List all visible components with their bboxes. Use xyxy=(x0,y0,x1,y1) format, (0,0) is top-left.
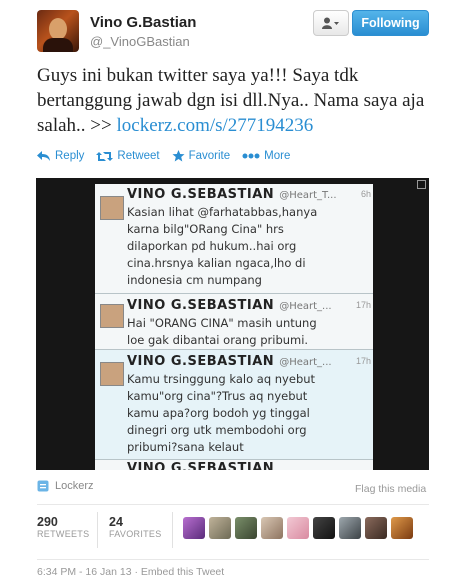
media-source[interactable]: Lockerz xyxy=(37,480,94,492)
user-icon xyxy=(322,17,339,29)
tweet-actions: Reply Retweet Favorite More xyxy=(37,150,302,162)
favoriter-avatar[interactable] xyxy=(287,517,309,539)
divider xyxy=(172,512,173,548)
embedded-post-name: VINO G.SEBASTIAN @Heart_T... xyxy=(127,187,337,202)
embedded-post-text: Kamu trsinggung kalo aq nyebut kamu"org … xyxy=(127,372,316,454)
embedded-avatar xyxy=(100,196,124,220)
embedded-post-time: 17h xyxy=(355,356,371,366)
embed-tweet-link[interactable]: Embed this Tweet xyxy=(141,566,224,578)
retweets-count: 290 xyxy=(37,515,58,529)
user-actions-button[interactable] xyxy=(313,10,349,36)
favoriter-avatar[interactable] xyxy=(183,517,205,539)
embedded-post: VINO G.SEBASTIAN @Heart_T... 6h Kasian l… xyxy=(95,184,373,294)
favoriter-avatar[interactable] xyxy=(235,517,257,539)
avatar[interactable] xyxy=(37,10,79,52)
embedded-post-name: VINO G.SEBASTIAN @Heart_... xyxy=(127,354,332,369)
more-dots-icon xyxy=(242,153,260,159)
embedded-post-name: VINO G.SEBASTIAN xyxy=(127,461,275,470)
embedded-post-text: Kasian lihat @farhatabbas,hanya karna bi… xyxy=(127,205,318,287)
tweet-timestamp[interactable]: 6:34 PM - 16 Jan 13 xyxy=(37,566,132,578)
tweet-link[interactable]: lockerz.com/s/277194236 xyxy=(116,115,313,136)
favorites-label: FAVORITES xyxy=(109,529,162,539)
embedded-post-text: Hai "ORANG CINA" masih untung loe gak di… xyxy=(127,316,317,347)
lockerz-icon xyxy=(37,480,49,492)
favoriter-avatar[interactable] xyxy=(209,517,231,539)
tweet-text: Guys ini bukan twitter saya ya!!! Saya t… xyxy=(37,63,437,138)
favorite-label: Favorite xyxy=(188,150,231,162)
embedded-post: VINO G.SEBASTIAN @Heart_... 17h Hai "ORA… xyxy=(95,294,373,350)
embedded-avatar xyxy=(100,304,124,328)
favorite-button[interactable]: Favorite xyxy=(172,150,231,162)
divider xyxy=(37,559,429,560)
favoriter-avatar[interactable] xyxy=(313,517,335,539)
user-name[interactable]: Vino G.Bastian xyxy=(90,14,196,31)
retweet-icon xyxy=(96,151,114,161)
embedded-post-name: VINO G.SEBASTIAN @Heart_... xyxy=(127,298,332,313)
reply-label: Reply xyxy=(55,150,85,162)
media-source-label: Lockerz xyxy=(55,480,94,492)
embedded-post-time: 17h xyxy=(355,300,371,310)
tweet-footer: 6:34 PM - 16 Jan 13 · Embed this Tweet xyxy=(37,566,224,578)
divider xyxy=(97,512,98,548)
retweets-label: RETWEETS xyxy=(37,529,90,539)
embedded-screenshot: VINO G.SEBASTIAN @Heart_T... 6h Kasian l… xyxy=(95,184,373,470)
user-handle[interactable]: @_VinoGBastian xyxy=(90,34,190,49)
more-label: More xyxy=(264,150,291,162)
reply-button[interactable]: Reply xyxy=(37,150,84,162)
favoriter-avatar[interactable] xyxy=(391,517,413,539)
favoriter-avatar[interactable] xyxy=(339,517,361,539)
embedded-avatar xyxy=(100,362,124,386)
reply-icon xyxy=(37,150,50,161)
retweets-stat[interactable]: 290 RETWEETS xyxy=(37,515,89,539)
media-preview[interactable]: VINO G.SEBASTIAN @Heart_T... 6h Kasian l… xyxy=(36,178,429,470)
embedded-post: VINO G.SEBASTIAN @Heart_... 17h Kamu trs… xyxy=(95,350,373,460)
expand-icon[interactable] xyxy=(417,180,426,189)
favoriter-avatar[interactable] xyxy=(365,517,387,539)
favoriter-avatar[interactable] xyxy=(261,517,283,539)
star-icon xyxy=(172,150,185,162)
flag-media-link[interactable]: Flag this media xyxy=(355,483,426,495)
more-button[interactable]: More xyxy=(242,150,290,162)
following-button[interactable]: Following xyxy=(352,10,429,36)
embedded-post: VINO G.SEBASTIAN xyxy=(95,460,373,470)
divider xyxy=(37,504,429,505)
favorites-stat[interactable]: 24 FAVORITES xyxy=(109,515,162,539)
retweet-label: Retweet xyxy=(117,150,160,162)
retweet-button[interactable]: Retweet xyxy=(96,150,160,162)
favorites-count: 24 xyxy=(109,515,123,529)
footer-separator: · xyxy=(134,566,138,578)
embedded-post-time: 6h xyxy=(360,189,371,199)
